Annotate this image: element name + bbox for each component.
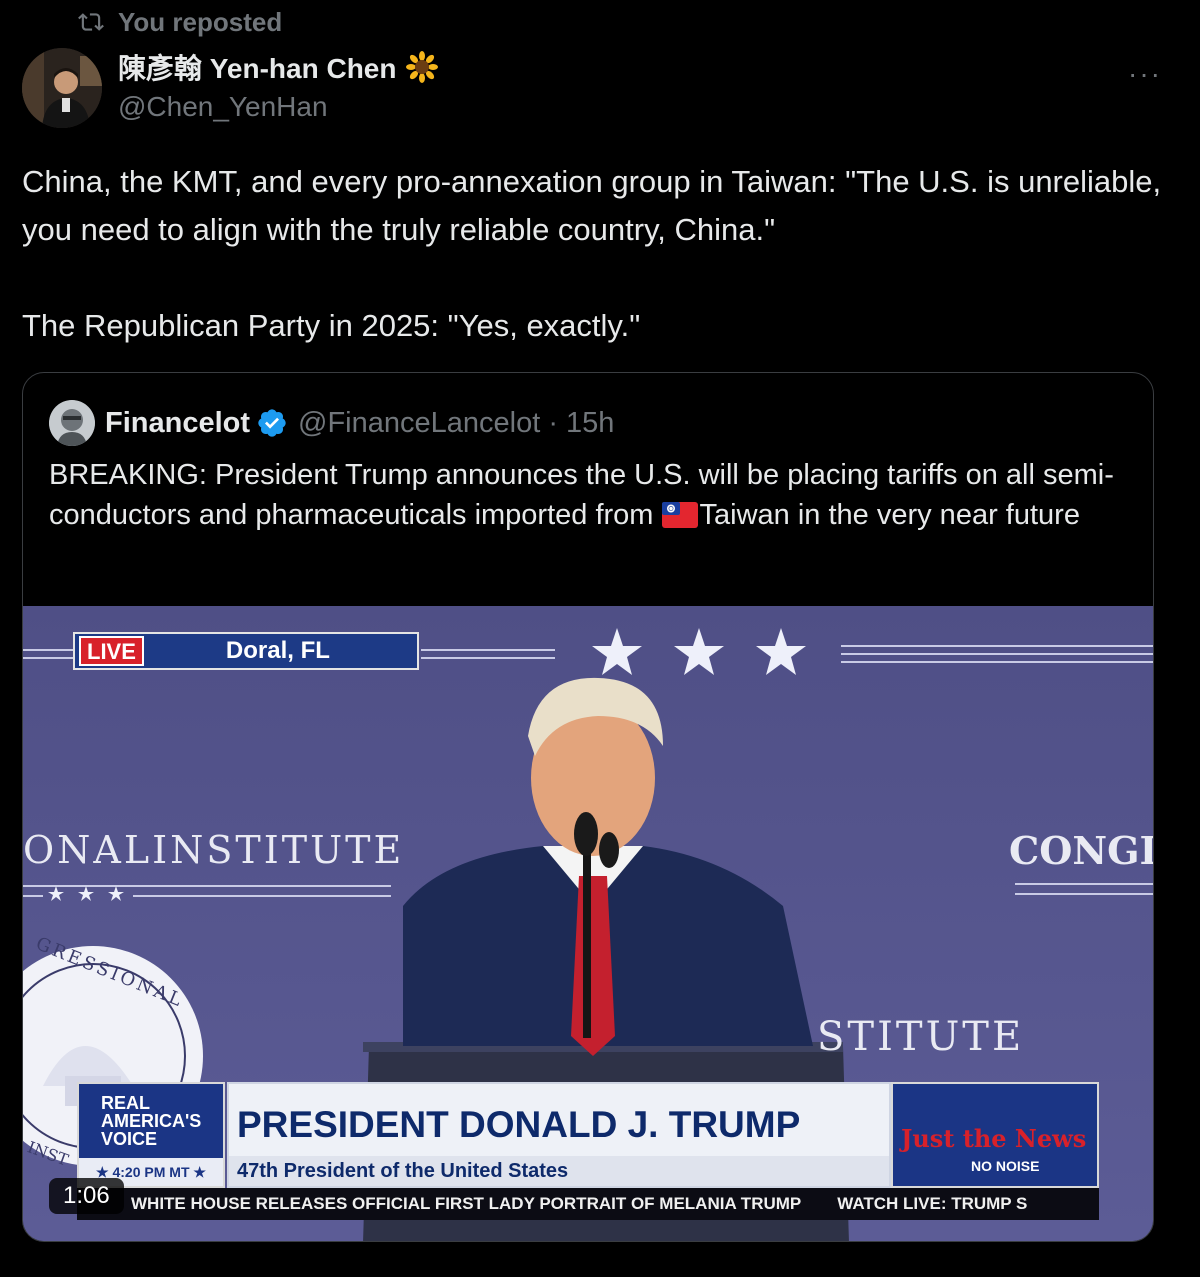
- wall-text-lower: STITUTE: [817, 1014, 1025, 1060]
- chyron-sub: 47th President of the United States: [237, 1160, 569, 1182]
- quote-text-part-2: Taiwan in the very near future: [699, 499, 1080, 531]
- news-ticker: WHITE HOUSE RELEASES OFFICIAL FIRST LADY…: [77, 1188, 1099, 1220]
- quote-handle-time: @FinanceLancelot · 15h: [298, 406, 615, 439]
- video-duration: 1:06: [49, 1178, 124, 1214]
- taiwan-flag-icon: [661, 502, 698, 528]
- verified-badge-icon: [258, 409, 286, 437]
- wall-text-right: CONGI: [1009, 828, 1154, 873]
- network-name: REAL AMERICA'S VOICE: [101, 1093, 202, 1149]
- live-location-bar: LIVE Doral, FL: [73, 632, 419, 670]
- jtn-logo-text: Just the News: [901, 1124, 1087, 1153]
- post-paragraph-1: China, the KMT, and every pro-annexation…: [22, 164, 1162, 247]
- ticker-item-2: WATCH LIVE: TRUMP S: [837, 1194, 1028, 1213]
- author-handle[interactable]: @Chen_YenHan: [118, 88, 438, 126]
- chyron-name-box: PRESIDENT DONALD J. TRUMP 47th President…: [227, 1082, 891, 1188]
- quote-author-name[interactable]: Financelot: [105, 407, 250, 440]
- author-name[interactable]: 陳彥翰 Yen-han Chen: [118, 47, 396, 87]
- chyron-main: PRESIDENT DONALD J. TRUMP: [237, 1104, 801, 1145]
- repost-icon: [78, 13, 104, 31]
- star-icon: ★: [189, 1163, 206, 1180]
- more-options-icon[interactable]: ···: [1128, 58, 1162, 90]
- sunflower-icon: [406, 51, 439, 83]
- jtn-logo: Just the News NO NOISE: [891, 1082, 1099, 1188]
- post-text: China, the KMT, and every pro-annexation…: [22, 158, 1162, 350]
- chyron: REAL AMERICA'S VOICE ★ 4:20 PM MT ★ PRES…: [77, 1082, 1099, 1188]
- network-logo: REAL AMERICA'S VOICE ★ 4:20 PM MT ★: [77, 1082, 225, 1188]
- quote-author-avatar[interactable]: [49, 400, 95, 446]
- video-player[interactable]: ONALINSTITUTE CONGI STITUTE GRESSIONAL I…: [23, 606, 1154, 1241]
- author-avatar[interactable]: [22, 48, 102, 128]
- ticker-item-1: WHITE HOUSE RELEASES OFFICIAL FIRST LADY…: [131, 1194, 802, 1213]
- live-location: Doral, FL: [225, 637, 330, 664]
- repost-indicator: You reposted: [78, 6, 282, 38]
- repost-label: You reposted: [118, 6, 283, 37]
- wall-text-left: ONALINSTITUTE: [23, 828, 405, 872]
- quoted-post[interactable]: Financelot @FinanceLancelot · 15h BREAKI…: [22, 372, 1154, 1242]
- quote-text: BREAKING: President Trump announces the …: [49, 455, 1129, 535]
- live-tag: LIVE: [79, 636, 144, 666]
- jtn-tagline: NO NOISE: [971, 1158, 1040, 1174]
- post-paragraph-2: The Republican Party in 2025: "Yes, exac…: [22, 308, 641, 343]
- network-time-text: 4:20 PM MT: [112, 1164, 190, 1180]
